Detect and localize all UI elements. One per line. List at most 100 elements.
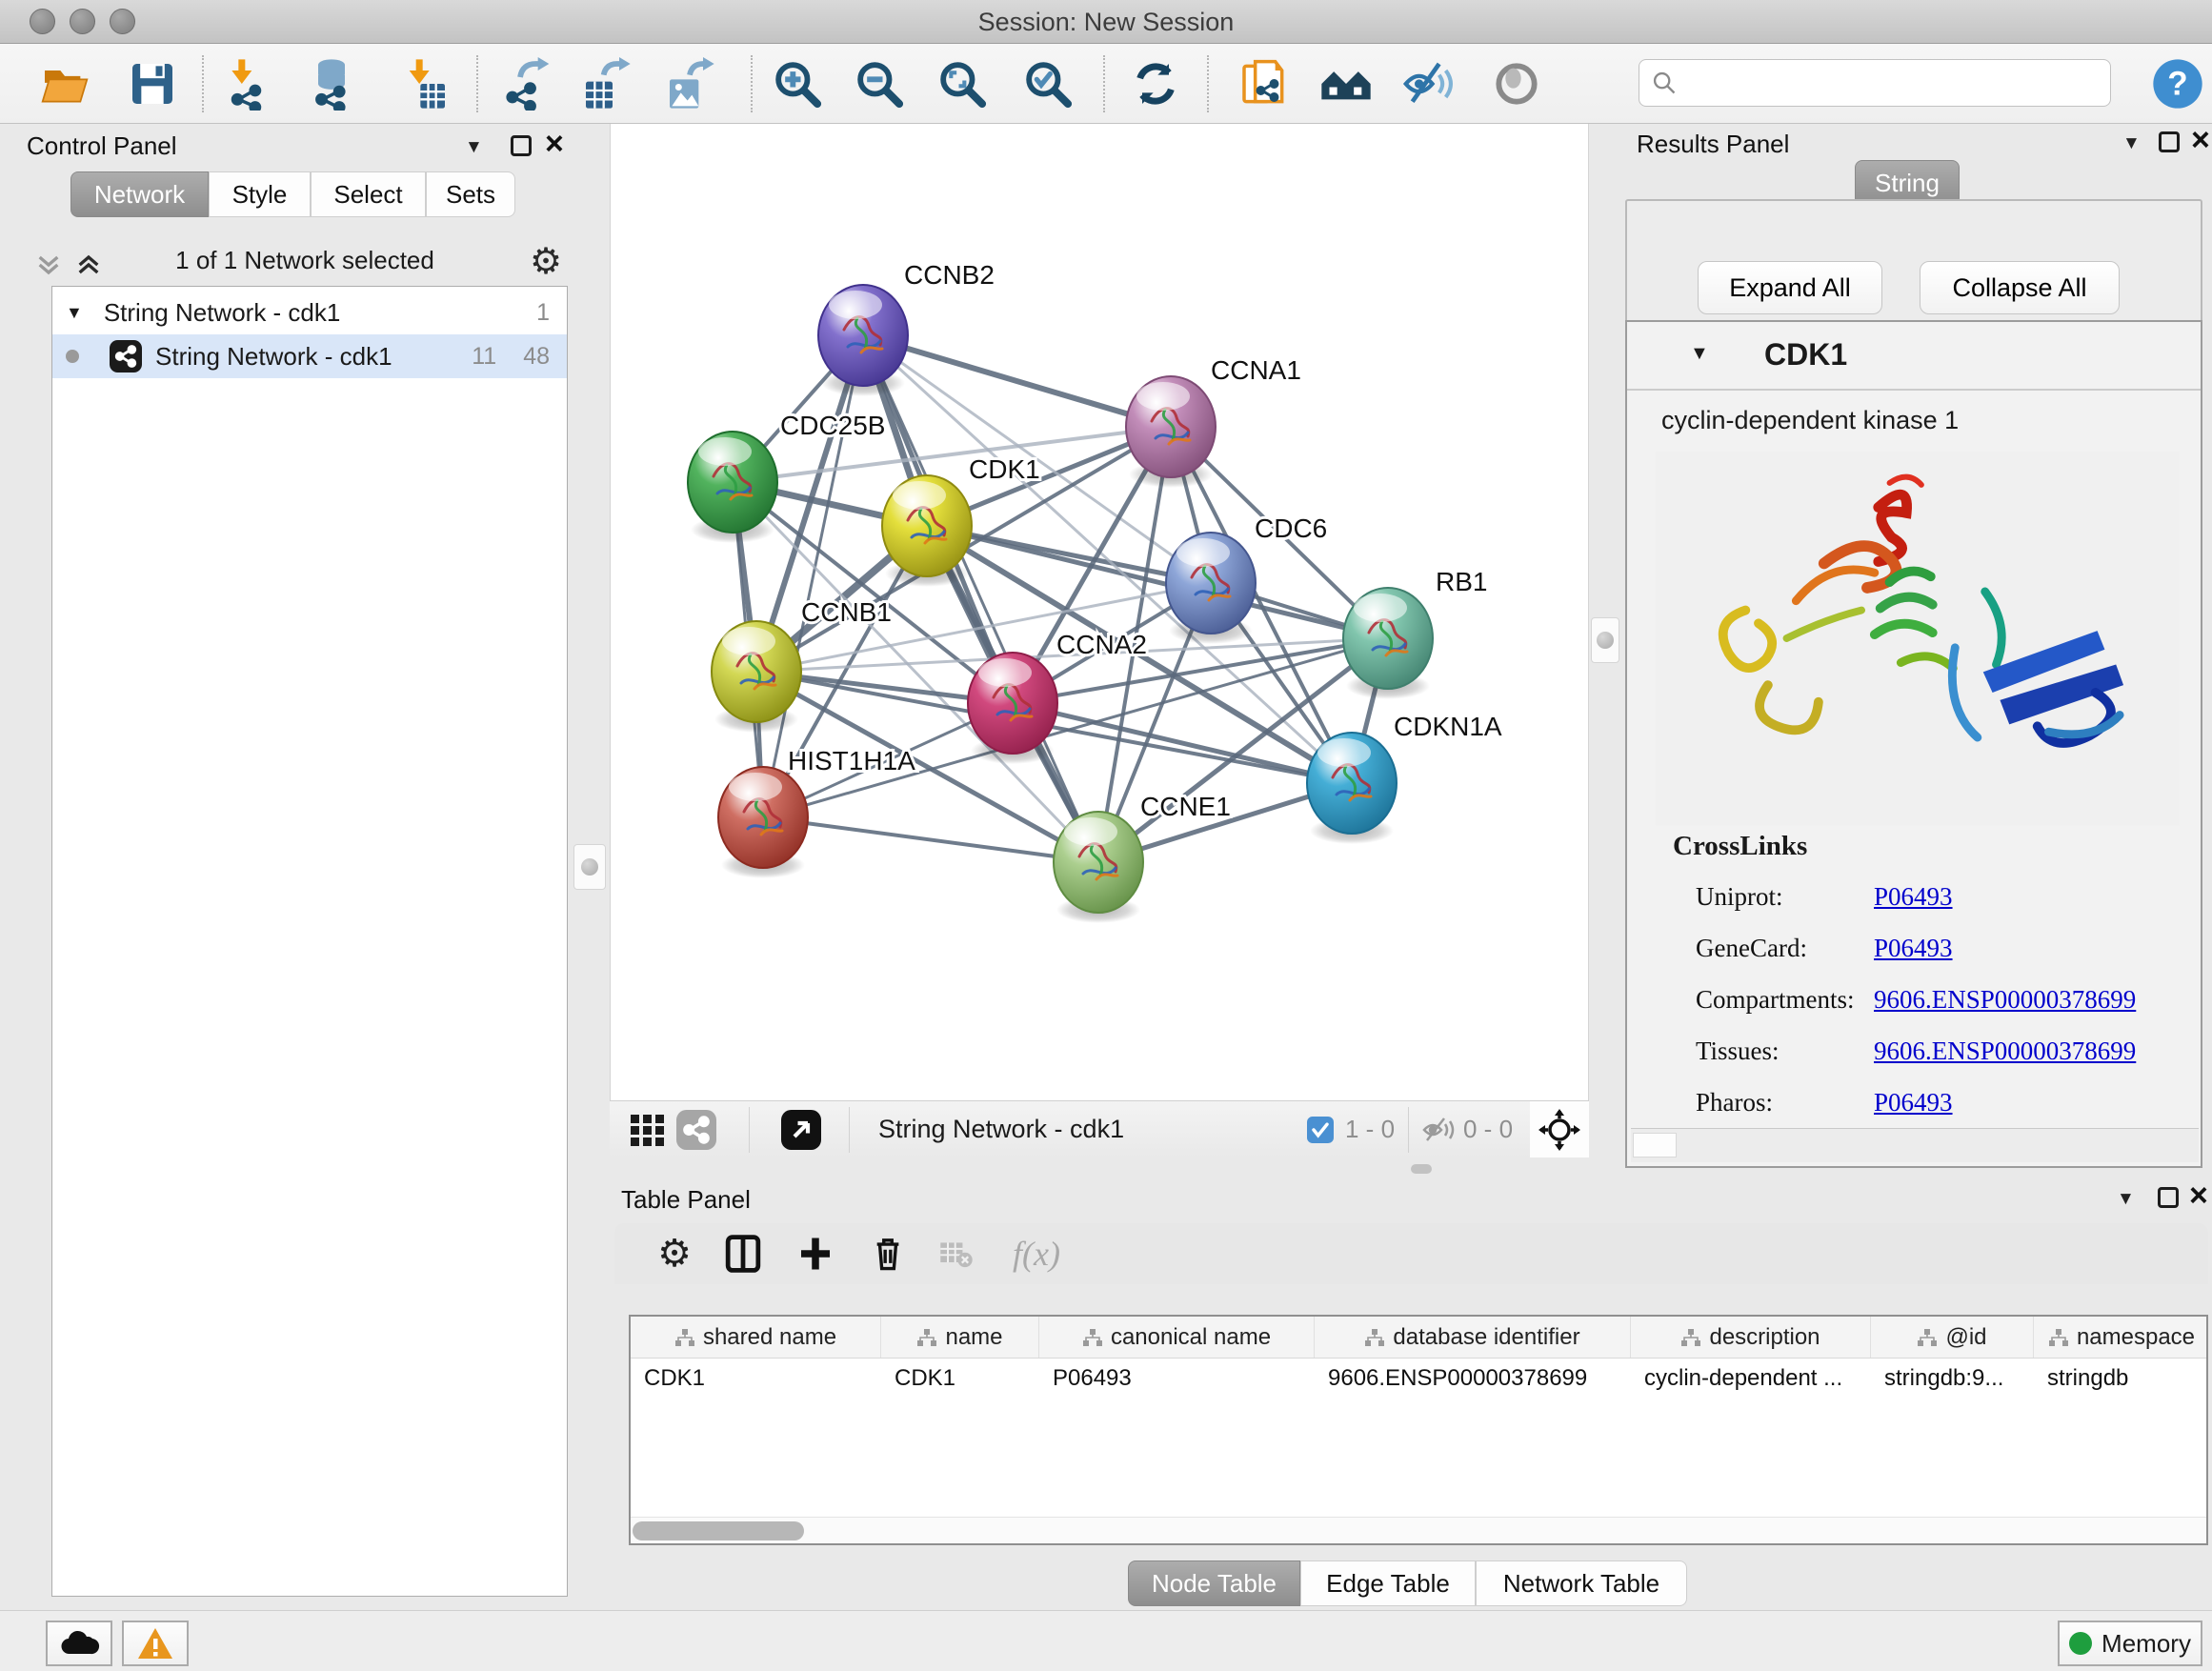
network-edge[interactable] [863,335,1171,427]
network-node-cdkn1a[interactable] [1307,733,1397,834]
panel-close-icon[interactable]: × [2189,1185,2208,1206]
crosslink-link[interactable]: 9606.ENSP00000378699 [1874,985,2136,1015]
zoom-fit-icon[interactable] [935,56,990,111]
collapse-all-button[interactable]: Collapse All [1920,261,2120,314]
gear-icon[interactable]: ⚙ [530,240,562,283]
column-header-@id[interactable]: @id [1871,1317,2034,1358]
close-window-button[interactable] [30,9,55,34]
help-icon[interactable]: ? [2150,56,2205,111]
expand-all-button[interactable]: Expand All [1698,261,1882,314]
crosslink-link[interactable]: P06493 [1874,882,1953,912]
network-node-cdc25b[interactable] [688,432,777,533]
import-network-file-icon[interactable] [222,56,277,111]
cloud-button[interactable] [46,1621,112,1666]
save-session-icon[interactable] [125,56,180,111]
string-network-graph[interactable]: CCNB2CCNA1CDC25BCDK1CDC6RB1CCNB1CCNA2CDK… [611,124,1588,1098]
search-input[interactable] [1685,70,2110,96]
fit-selected-crosshair-icon[interactable] [1530,1101,1589,1158]
table-cell[interactable]: P06493 [1039,1365,1315,1392]
table-gear-icon[interactable]: ⚙ [651,1231,698,1277]
table-cell[interactable]: stringdb [2034,1365,2208,1392]
network-node-hist1h1a[interactable] [718,767,808,868]
protein-card-header[interactable]: ▼ CDK1 [1627,322,2201,391]
export-network-icon[interactable] [499,56,554,111]
tab-style[interactable]: Style [209,171,311,217]
column-header-name[interactable]: name [881,1317,1039,1358]
tab-select[interactable]: Select [311,171,426,217]
tab-edge-table[interactable]: Edge Table [1300,1560,1476,1606]
table-cell[interactable]: stringdb:9... [1871,1365,2034,1392]
collapse-all-icon[interactable] [32,250,65,280]
zoom-out-icon[interactable] [852,56,907,111]
table-cell[interactable]: CDK1 [631,1365,881,1392]
panel-menu-icon[interactable]: ▼ [465,137,483,158]
panel-close-icon[interactable]: × [545,133,564,154]
network-node-ccna1[interactable] [1126,376,1216,477]
network-node-ccnb1[interactable] [712,621,801,722]
horizontal-splitter-handle[interactable] [1411,1164,1432,1174]
column-header-description[interactable]: description [1631,1317,1871,1358]
zoom-in-icon[interactable] [770,56,825,111]
crosslink-link[interactable]: P06493 [1874,934,1953,963]
right-splitter-handle[interactable] [1591,617,1619,663]
network-node-ccne1[interactable] [1054,812,1143,913]
refresh-icon[interactable] [1128,56,1183,111]
panel-float-icon[interactable] [2158,1187,2179,1208]
function-builder-icon[interactable]: f(x) [1013,1231,1060,1277]
column-header-database-identifier[interactable]: database identifier [1315,1317,1631,1358]
column-header-canonical-name[interactable]: canonical name [1039,1317,1315,1358]
tab-node-table[interactable]: Node Table [1128,1560,1300,1606]
node-table[interactable]: shared namenamecanonical namedatabase id… [629,1315,2208,1545]
table-cell[interactable]: 9606.ENSP00000378699 [1315,1365,1631,1392]
export-table-icon[interactable] [578,56,633,111]
home-icon[interactable] [1318,56,1374,111]
results-scrollbar[interactable] [1633,1133,1677,1158]
crosslink-link[interactable]: 9606.ENSP00000378699 [1874,1037,2136,1066]
panel-menu-icon[interactable]: ▼ [2122,133,2141,154]
panel-float-icon[interactable] [2159,131,2180,152]
network-edge[interactable] [763,817,1098,862]
network-collection-row[interactable]: ▼ String Network - cdk1 1 [52,291,567,334]
selected-checkbox-icon[interactable] [1307,1117,1334,1143]
table-cell[interactable]: cyclin-dependent ... [1631,1365,1871,1392]
delete-table-icon[interactable] [933,1231,980,1277]
network-edge[interactable] [1013,703,1352,783]
left-splitter-handle[interactable] [573,844,606,890]
tab-sets[interactable]: Sets [426,171,515,217]
crosslink-link[interactable]: P06493 [1874,1088,1953,1117]
show-hide-graphics-icon[interactable] [1400,56,1456,111]
minimize-window-button[interactable] [70,9,95,34]
export-image-icon[interactable] [662,56,717,111]
warning-button[interactable] [122,1621,189,1666]
open-session-icon[interactable] [37,56,92,111]
expand-all-icon[interactable] [72,250,105,280]
show-columns-icon[interactable] [719,1231,767,1277]
column-header-shared-name[interactable]: shared name [631,1317,881,1358]
panel-close-icon[interactable]: × [2191,130,2210,151]
network-row-selected[interactable]: String Network - cdk1 11 48 [52,334,567,378]
network-share-icon[interactable] [676,1110,716,1150]
delete-column-icon[interactable] [864,1231,912,1277]
collapse-section-icon[interactable]: ▼ [1690,343,1709,365]
add-column-icon[interactable] [792,1231,839,1277]
network-edge[interactable] [863,335,1098,862]
birds-eye-view-icon[interactable] [781,1110,821,1150]
network-node-rb1[interactable] [1343,588,1433,689]
network-canvas[interactable]: CCNB2CCNA1CDC25BCDK1CDC6RB1CCNB1CCNA2CDK… [610,124,1589,1100]
preview-sphere-icon[interactable] [1489,56,1544,111]
grid-view-icon[interactable] [629,1113,667,1147]
hidden-eye-icon[interactable] [1421,1116,1456,1144]
copy-network-icon[interactable] [1237,56,1292,111]
table-hscrollbar-thumb[interactable] [633,1521,804,1540]
import-table-file-icon[interactable] [397,56,452,111]
table-cell[interactable]: CDK1 [881,1365,1039,1392]
panel-menu-icon[interactable]: ▼ [2117,1189,2135,1210]
tree-expand-icon[interactable]: ▼ [66,303,83,323]
network-node-ccna2[interactable] [968,653,1057,754]
network-node-cdc6[interactable] [1166,533,1256,634]
import-network-database-icon[interactable] [304,56,359,111]
memory-button[interactable]: Memory [2058,1621,2202,1666]
tab-network[interactable]: Network [70,171,209,217]
search-field[interactable] [1639,59,2111,107]
panel-float-icon[interactable] [511,135,532,156]
